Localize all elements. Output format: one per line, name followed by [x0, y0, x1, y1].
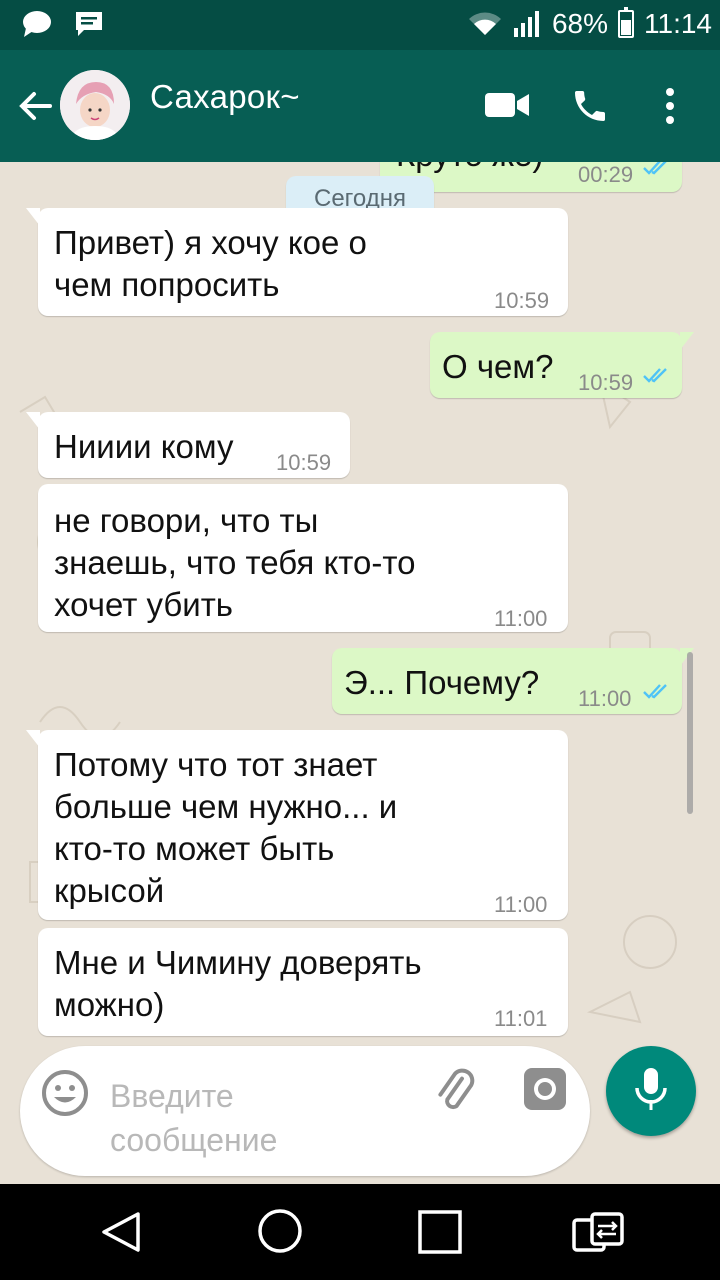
phone-icon[interactable] [570, 86, 610, 126]
placeholder-line: сообщение [110, 1122, 278, 1158]
status-bar: 68% 11:14 [0, 0, 720, 50]
message-time: 11:00 [494, 892, 548, 917]
nav-back-icon[interactable] [100, 1210, 142, 1254]
message-time: 11:00 [494, 606, 548, 631]
message-line: кто-то может быть [54, 830, 335, 867]
message-line: не говори, что ты [54, 502, 319, 539]
read-ticks-icon [643, 684, 667, 699]
message-time: 10:59 [578, 370, 634, 395]
wifi-icon [468, 12, 501, 35]
message-time: 10:59 [494, 288, 550, 313]
mic-button[interactable] [606, 1046, 696, 1136]
message-bubble-incoming[interactable]: Потому что тот знает больше чем нужно...… [26, 730, 568, 920]
message-time: 10:59 [276, 450, 332, 475]
nav-home-icon[interactable] [257, 1208, 303, 1254]
message-icon [76, 12, 102, 36]
message-line: знаешь, что тебя кто-то [54, 544, 416, 581]
clock: 11:14 [644, 8, 712, 39]
message-line: больше чем нужно... и [54, 788, 398, 825]
message-input-bar[interactable]: Введите сообщение [20, 1046, 590, 1176]
attach-icon[interactable] [430, 1066, 480, 1116]
message-text: Нииии кому [54, 428, 234, 465]
navigation-bar [0, 1184, 720, 1280]
read-ticks-icon [643, 162, 667, 175]
avatar[interactable] [60, 70, 130, 140]
message-line: крысой [54, 872, 165, 909]
emoji-icon[interactable] [40, 1068, 90, 1118]
message-time: 11:01 [494, 1006, 548, 1031]
back-arrow-icon[interactable] [16, 86, 56, 126]
message-bubble-incoming[interactable]: Привет) я хочу кое о чем попросить 10:59 [26, 208, 568, 316]
chat-bubble-icon [23, 11, 51, 37]
message-line: можно) [54, 986, 165, 1023]
nav-switch-icon[interactable] [572, 1212, 626, 1252]
battery-icon [618, 7, 634, 38]
message-input[interactable]: Введите сообщение [110, 1074, 410, 1162]
message-bubble-outgoing[interactable]: Э... Почему? 11:00 [332, 648, 694, 714]
video-call-icon[interactable] [484, 90, 530, 120]
more-vert-icon[interactable] [664, 86, 676, 126]
message-bubble-incoming[interactable]: Мне и Чимину доверять можно) 11:01 [38, 928, 568, 1036]
nav-recents-icon[interactable] [418, 1210, 462, 1254]
chat-header: Сахарок~ [0, 50, 720, 162]
placeholder-line: Введите [110, 1078, 234, 1114]
scrollbar[interactable] [687, 652, 693, 814]
message-text: Круто же) [396, 162, 543, 176]
message-bubble-outgoing[interactable]: О чем? 10:59 [430, 332, 694, 398]
message-text: Э... Почему? [344, 664, 540, 701]
signal-icon [513, 11, 539, 37]
message-text: О чем? [442, 348, 554, 385]
message-line: Привет) я хочу кое о [54, 224, 367, 261]
message-bubble-incoming[interactable]: не говори, что ты знаешь, что тебя кто-т… [38, 484, 568, 632]
camera-icon[interactable] [522, 1066, 568, 1112]
message-bubble-incoming[interactable]: Нииии кому 10:59 [26, 412, 350, 478]
message-line: Мне и Чимину доверять [54, 944, 422, 981]
chat-area[interactable]: Круто же) 00:29 Сегодня Привет) я хочу к… [0, 162, 720, 1184]
message-line: Потому что тот знает [54, 746, 378, 783]
message-time: 00:29 [578, 162, 634, 187]
battery-percent: 68% [551, 8, 608, 39]
message-line: чем попросить [54, 266, 280, 303]
contact-name[interactable]: Сахарок~ [150, 78, 300, 116]
mic-icon [635, 1068, 667, 1110]
message-line: хочет убить [54, 586, 234, 623]
message-time: 11:00 [578, 686, 632, 711]
read-ticks-icon [643, 368, 667, 383]
